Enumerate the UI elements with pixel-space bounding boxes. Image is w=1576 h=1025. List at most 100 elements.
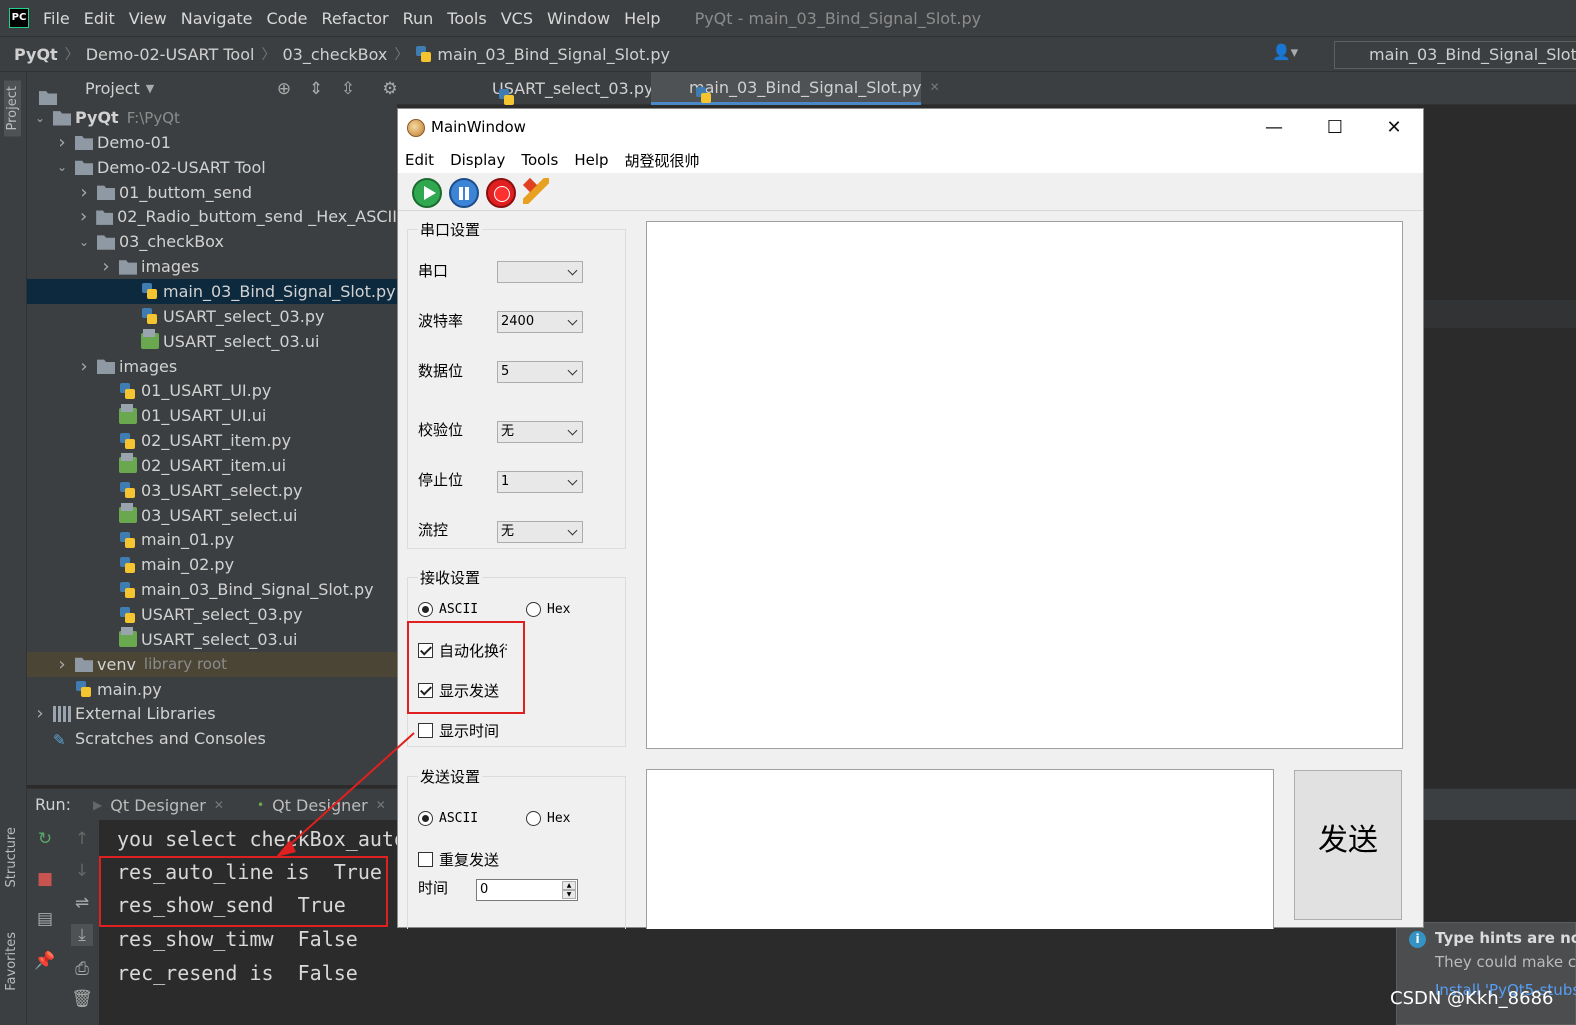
stopbits-combo[interactable]: 1 xyxy=(497,471,583,493)
menu-edit[interactable]: Edit xyxy=(84,9,115,28)
chevron-down-icon[interactable]: ⌄ xyxy=(55,160,69,174)
databits-combo[interactable]: 5 xyxy=(497,361,583,383)
qt-menu-tools[interactable]: Tools xyxy=(521,151,558,169)
tree-item[interactable]: › External Libraries xyxy=(27,701,397,726)
tree-item[interactable]: 02_USART_item.py xyxy=(27,428,397,453)
tree-item[interactable]: main_03_Bind_Signal_Slot.py xyxy=(27,278,397,304)
tree-item[interactable]: main_03_Bind_Signal_Slot.py xyxy=(27,577,397,602)
close-icon[interactable]: ✕ xyxy=(930,80,940,94)
soft-wrap-icon[interactable]: ⇌ xyxy=(71,892,93,914)
close-icon[interactable]: ✕ xyxy=(214,798,224,812)
tree-item[interactable]: USART_select_03.py xyxy=(27,602,397,627)
close-icon[interactable]: ✕ xyxy=(1371,115,1417,141)
structure-tool-tab[interactable]: Structure xyxy=(4,827,19,887)
menu-run[interactable]: Run xyxy=(403,9,434,28)
tree-item[interactable]: 02_USART_item.ui xyxy=(27,453,397,478)
tree-item[interactable]: 03_USART_select.py xyxy=(27,478,397,503)
tree-item[interactable]: › 02_Radio_buttom_send _Hex_ASCII xyxy=(27,204,397,229)
pin-icon[interactable]: 📌 xyxy=(34,950,56,972)
project-view-select[interactable]: Project xyxy=(85,79,140,98)
menu-navigate[interactable]: Navigate xyxy=(181,9,253,28)
chevron-down-icon[interactable]: ▼ xyxy=(146,82,154,95)
receive-textarea[interactable] xyxy=(646,221,1403,749)
expand-all-icon[interactable]: ⇕ xyxy=(305,78,327,100)
qt-menu-display[interactable]: Display xyxy=(450,151,505,169)
chevron-right-icon[interactable]: › xyxy=(77,182,91,203)
arrow-up-icon[interactable]: ↑ xyxy=(71,828,93,850)
close-icon[interactable]: ✕ xyxy=(376,798,386,812)
scroll-to-end-icon[interactable]: ⤓ xyxy=(71,924,93,946)
send-hex-radio[interactable]: Hex xyxy=(526,811,570,826)
layout-icon[interactable]: ▤ xyxy=(34,908,56,930)
tree-item[interactable]: › venv library root xyxy=(27,651,397,677)
chevron-right-icon[interactable]: › xyxy=(77,356,91,377)
trash-icon[interactable]: 🗑 xyxy=(71,988,93,1010)
chevron-down-icon[interactable]: ⌄ xyxy=(77,235,91,249)
tree-item[interactable]: 03_USART_select.ui xyxy=(27,503,397,528)
menu-vcs[interactable]: VCS xyxy=(501,9,533,28)
send-ascii-radio[interactable]: ASCII xyxy=(418,811,478,826)
notification-popup[interactable]: i Type hints are not They could make c I… xyxy=(1396,922,1576,1025)
receive-hex-radio[interactable]: Hex xyxy=(526,602,570,617)
arrow-down-icon[interactable]: ↓ xyxy=(71,860,93,882)
stop-icon[interactable] xyxy=(486,178,516,208)
clear-icon[interactable] xyxy=(523,178,549,204)
baudrate-combo[interactable]: 2400 xyxy=(497,311,583,333)
flowcontrol-combo[interactable]: 无 xyxy=(497,521,583,543)
tree-item[interactable]: ✎ Scratches and Consoles xyxy=(27,726,397,751)
resend-checkbox[interactable]: 重复发送 xyxy=(418,849,499,870)
port-combo[interactable] xyxy=(497,261,583,283)
tree-item[interactable]: main.py xyxy=(27,677,397,702)
locate-icon[interactable]: ⊕ xyxy=(273,78,295,100)
start-icon[interactable] xyxy=(412,178,442,208)
print-icon[interactable]: ⎙ xyxy=(71,958,93,980)
run-tab-qt-designer-1[interactable]: ▶ Qt Designer ✕ xyxy=(93,793,224,817)
tree-item[interactable]: 01_USART_UI.py xyxy=(27,378,397,403)
receive-ascii-radio[interactable]: ASCII xyxy=(418,602,478,617)
chevron-right-icon[interactable]: › xyxy=(33,703,47,724)
chevron-right-icon[interactable]: › xyxy=(77,206,90,227)
chevron-right-icon[interactable]: › xyxy=(55,654,69,675)
parity-combo[interactable]: 无 xyxy=(497,421,583,443)
collapse-all-icon[interactable]: ⇳ xyxy=(337,78,359,100)
chevron-down-icon[interactable]: ⌄ xyxy=(33,111,47,125)
minimize-icon[interactable]: — xyxy=(1251,115,1297,141)
editor-tab-main03[interactable]: main_03_Bind_Signal_Slot.py ✕ xyxy=(651,72,940,105)
tree-item[interactable]: › Demo-01 xyxy=(27,130,397,155)
chevron-right-icon[interactable]: › xyxy=(55,132,69,153)
tree-item[interactable]: › images xyxy=(27,254,397,279)
run-tab-qt-designer-2[interactable]: • Qt Designer ✕ xyxy=(257,793,386,817)
qt-menu-edit[interactable]: Edit xyxy=(405,151,434,169)
stop-icon[interactable]: ■ xyxy=(34,868,56,890)
favorites-tool-tab[interactable]: Favorites xyxy=(4,932,19,991)
tree-item[interactable]: 01_USART_UI.ui xyxy=(27,403,397,428)
send-button[interactable]: 发送 xyxy=(1294,770,1402,920)
menu-tools[interactable]: Tools xyxy=(447,9,486,28)
breadcrumb-file[interactable]: main_03_Bind_Signal_Slot.py xyxy=(437,45,670,64)
menu-file[interactable]: File xyxy=(43,9,70,28)
spin-down-icon[interactable]: ▼ xyxy=(562,890,576,899)
run-configuration-select[interactable]: main_03_Bind_Signal_Slot (3 xyxy=(1334,41,1576,69)
send-textarea[interactable] xyxy=(646,769,1274,929)
show-time-checkbox[interactable]: 显示时间 xyxy=(418,720,499,741)
breadcrumb-folder-demo02[interactable]: Demo-02-USART Tool xyxy=(86,45,255,64)
qt-menu-author[interactable]: 胡登砚很帅 xyxy=(625,150,700,171)
chevron-right-icon[interactable]: › xyxy=(99,256,113,277)
menu-refactor[interactable]: Refactor xyxy=(321,9,388,28)
qt-menu-help[interactable]: Help xyxy=(574,151,608,169)
tree-item[interactable]: › 01_buttom_send xyxy=(27,180,397,205)
menu-help[interactable]: Help xyxy=(624,9,660,28)
project-tool-tab[interactable]: Project xyxy=(4,80,21,137)
maximize-icon[interactable]: ☐ xyxy=(1312,115,1358,141)
tree-item[interactable]: ⌄ PyQt F:\PyQt xyxy=(27,105,397,130)
tree-item[interactable]: USART_select_03.py xyxy=(27,304,397,329)
menu-view[interactable]: View xyxy=(129,9,167,28)
menu-code[interactable]: Code xyxy=(267,9,308,28)
menu-window[interactable]: Window xyxy=(547,9,610,28)
editor-tab-usart-select[interactable]: USART_select_03.py ✕ xyxy=(454,72,672,105)
tree-item[interactable]: ⌄ 03_checkBox xyxy=(27,229,397,254)
tree-item[interactable]: ⌄ Demo-02-USART Tool xyxy=(27,155,397,180)
tree-item[interactable]: USART_select_03.ui xyxy=(27,627,397,652)
tree-item[interactable]: USART_select_03.ui xyxy=(27,329,397,354)
breadcrumb-folder-checkbox[interactable]: 03_checkBox xyxy=(282,45,387,64)
